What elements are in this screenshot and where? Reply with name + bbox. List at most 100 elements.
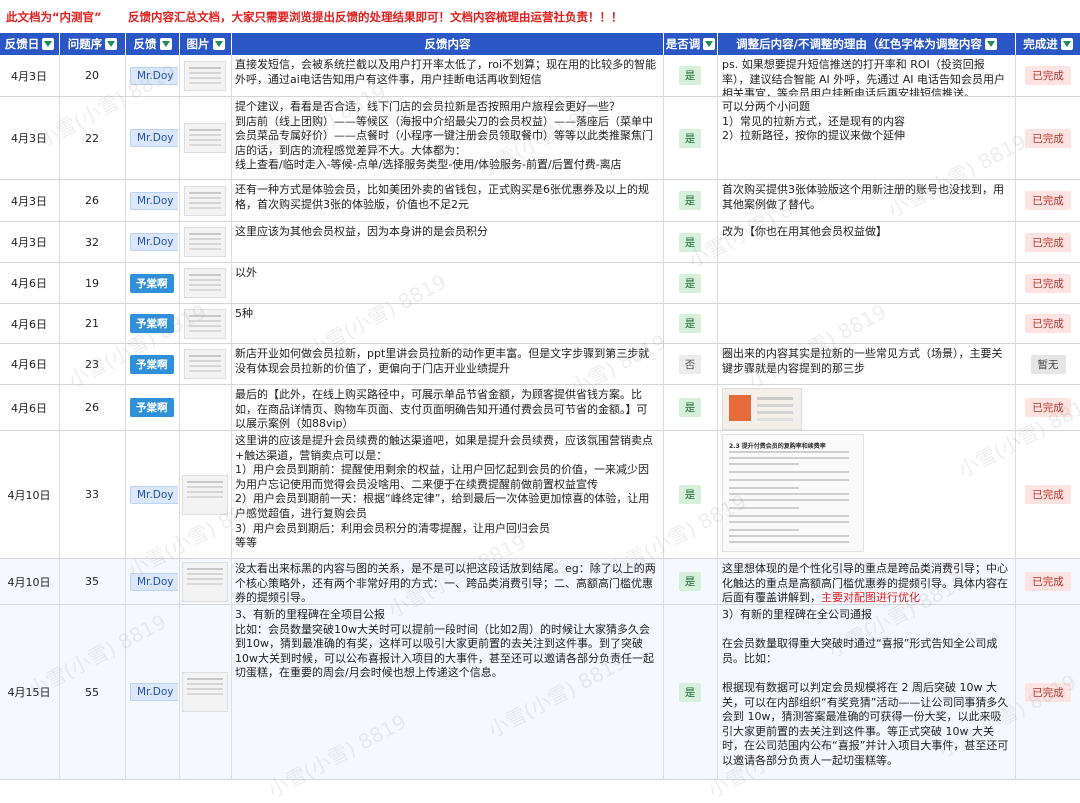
column-divider — [59, 55, 60, 780]
feedback-text: 直接发短信，会被系统拦截以及用户打开率太低了，roi不划算；现在用的比较多的智能… — [235, 58, 657, 86]
issue-number-cell: 35 — [85, 575, 99, 588]
reason-cell: 改为【你也在用其他会员权益做】 — [718, 222, 1014, 262]
header-user[interactable]: 反馈 — [126, 33, 180, 55]
adjust-tag[interactable]: 是 — [678, 485, 702, 504]
thumbnail-image[interactable] — [182, 474, 228, 515]
image-cell — [180, 180, 230, 221]
reason-text: 首次购买提供3张体验版这个用新注册的账号也没找到，用其他案例做了替代。 — [722, 183, 1004, 211]
table-row[interactable]: 4月3日 22 Mr.Doy 提个建议，看看是否合适，线下门店的会员拉新是否按照用户旅… — [0, 97, 1080, 180]
filter-icon[interactable] — [984, 38, 997, 50]
header-date[interactable]: 反馈日 — [0, 33, 60, 55]
user-tag[interactable]: Mr.Doy — [130, 129, 178, 147]
user-tag[interactable]: Mr.Doy — [130, 233, 178, 251]
thumbnail-image[interactable] — [182, 672, 228, 712]
filter-icon[interactable] — [212, 38, 225, 50]
header-reason[interactable]: 调整后内容/不调整的理由（红色字体为调整内容 — [718, 33, 1016, 55]
table-row[interactable]: 4月6日 23 予棠啊 新店开业如何做会员拉新，ppt里讲会员拉新的动作更丰富。但是文… — [0, 344, 1080, 385]
user-cell: Mr.Doy — [126, 605, 178, 779]
status-cell: 已完成 — [1016, 222, 1080, 262]
adjust-tag[interactable]: 否 — [678, 354, 702, 374]
thumbnail-image[interactable] — [184, 227, 226, 257]
issue-number-cell: 20 — [85, 69, 99, 82]
status-badge[interactable]: 已完成 — [1025, 191, 1071, 210]
user-tag[interactable]: 予棠啊 — [130, 354, 174, 374]
adjust-cell: 是 — [664, 97, 716, 179]
column-divider — [663, 55, 664, 780]
user-tag[interactable]: 予棠啊 — [130, 398, 174, 417]
adjust-tag[interactable]: 是 — [678, 232, 702, 252]
thumbnail-image[interactable] — [184, 123, 226, 153]
filter-icon[interactable] — [159, 38, 172, 50]
user-tag[interactable]: 予棠啊 — [130, 273, 174, 293]
thumbnail-image[interactable] — [184, 349, 226, 379]
adjust-tag[interactable]: 是 — [678, 128, 702, 148]
issue-number-cell: 55 — [85, 685, 99, 699]
table-row[interactable]: 4月15日 55 Mr.Doy 3、有新的里程碑在全项目公报 比如：会员数量突破10w… — [0, 605, 1080, 780]
status-badge[interactable]: 已完成 — [1025, 314, 1071, 333]
date-cell: 4月3日 — [11, 194, 47, 208]
status-badge[interactable]: 暂无 — [1030, 354, 1066, 374]
image-cell — [180, 97, 230, 179]
status-badge[interactable]: 已完成 — [1025, 232, 1071, 252]
adjust-cell: 是 — [664, 55, 716, 96]
status-badge[interactable]: 已完成 — [1025, 398, 1071, 417]
user-tag[interactable]: Mr.Doy — [130, 683, 178, 701]
header-num[interactable]: 问题序 — [60, 33, 126, 55]
table-row[interactable]: 4月3日 32 Mr.Doy 这里应该为其他会员权益，因为本身讲的是会员积分是 改为【你… — [0, 222, 1080, 263]
image-cell — [180, 222, 230, 262]
adjust-tag[interactable]: 是 — [678, 682, 702, 702]
thumbnail-image[interactable] — [184, 60, 226, 91]
status-badge[interactable]: 已完成 — [1025, 485, 1071, 504]
table-row[interactable]: 4月10日 35 Mr.Doy 没太看出来标黑的内容与图的关系，是不是可以把这段话放到… — [0, 559, 1080, 605]
feedback-text: 提个建议，看看是否合适，线下门店的会员拉新是否按照用户旅程会更好一些？ 到店前（… — [235, 100, 653, 172]
filter-icon[interactable] — [1060, 38, 1073, 50]
issue-number-cell: 19 — [85, 276, 99, 290]
header-content[interactable]: 反馈内容 — [232, 33, 664, 55]
table-row[interactable]: 4月3日 20 Mr.Doy 直接发短信，会被系统拦截以及用户打开率太低了，roi不划… — [0, 55, 1080, 97]
table-row[interactable]: 4月3日 26 Mr.Doy 还有一种方式是体验会员，比如美团外卖的省钱包，正式购买是… — [0, 180, 1080, 222]
filter-icon[interactable] — [42, 38, 55, 50]
header-status[interactable]: 完成进 — [1016, 33, 1080, 55]
feedback-text: 没太看出来标黑的内容与图的关系，是不是可以把这段话放到结尾。eg：除了以上的两个… — [235, 562, 656, 604]
user-tag[interactable]: Mr.Doy — [130, 485, 178, 504]
thumbnail-image[interactable] — [184, 268, 226, 298]
user-tag[interactable]: Mr.Doy — [130, 191, 178, 210]
image-cell — [180, 559, 230, 604]
adjust-tag[interactable]: 是 — [678, 273, 702, 293]
column-divider — [1015, 55, 1016, 780]
reason-screenshot[interactable] — [722, 388, 802, 430]
header-yn[interactable]: 是否调 — [664, 33, 718, 55]
table-row[interactable]: 4月6日 21 予棠啊 5种是 已完成 — [0, 304, 1080, 344]
adjust-tag[interactable]: 是 — [678, 572, 702, 591]
content-cell: 没太看出来标黑的内容与图的关系，是不是可以把这段话放到结尾。eg：除了以上的两个… — [232, 559, 662, 604]
header-img[interactable]: 图片 — [180, 33, 232, 55]
status-cell: 已完成 — [1016, 431, 1080, 558]
reason-cell — [718, 304, 1014, 343]
adjust-cell: 是 — [664, 431, 716, 558]
status-badge[interactable]: 已完成 — [1025, 128, 1071, 148]
status-badge[interactable]: 已完成 — [1025, 572, 1071, 591]
status-cell: 暂无 — [1016, 344, 1080, 384]
user-tag[interactable]: Mr.Doy — [130, 66, 178, 85]
thumbnail-image[interactable] — [184, 185, 226, 216]
adjust-tag[interactable]: 是 — [678, 191, 702, 210]
status-badge[interactable]: 已完成 — [1025, 682, 1071, 702]
status-badge[interactable]: 已完成 — [1025, 273, 1071, 293]
reason-screenshot[interactable]: 2.3 提升付费会员的复购率和续费率 — [722, 434, 864, 552]
user-cell: Mr.Doy — [126, 431, 178, 558]
adjust-tag[interactable]: 是 — [678, 314, 702, 333]
thumbnail-image[interactable] — [182, 561, 228, 602]
image-cell — [180, 55, 230, 96]
table-row[interactable]: 4月10日 33 Mr.Doy 这里讲的应该是提升会员续费的触达渠道吧，如果是提升会员… — [0, 431, 1080, 559]
table-row[interactable]: 4月6日 19 予棠啊 以外是 已完成 — [0, 263, 1080, 304]
thumbnail-image[interactable] — [184, 308, 226, 339]
filter-icon[interactable] — [703, 38, 716, 50]
status-badge[interactable]: 已完成 — [1025, 66, 1071, 85]
adjust-tag[interactable]: 是 — [678, 66, 702, 85]
reason-cell — [718, 385, 1014, 430]
adjust-tag[interactable]: 是 — [678, 398, 702, 417]
user-tag[interactable]: 予棠啊 — [130, 314, 174, 333]
user-tag[interactable]: Mr.Doy — [130, 572, 178, 591]
filter-icon[interactable] — [105, 38, 118, 50]
table-row[interactable]: 4月6日 26 予棠啊 最后的【此外，在线上购买路径中，可展示单品节省金额，为顾客提供… — [0, 385, 1080, 431]
